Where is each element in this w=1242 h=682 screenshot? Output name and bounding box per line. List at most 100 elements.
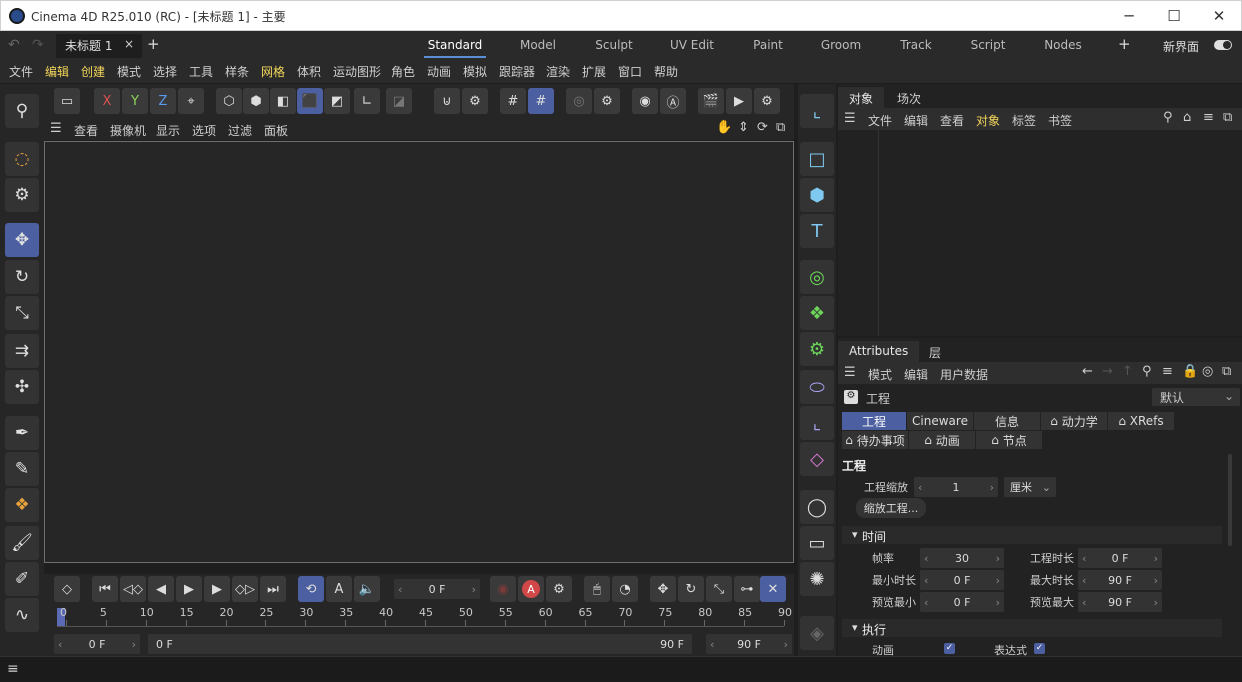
new-window-icon[interactable]: ⧉ [1223, 110, 1232, 125]
menu-mode[interactable]: 模式 [117, 63, 141, 80]
deformer-field-button[interactable]: ⌞ [800, 406, 834, 440]
goto-start-button[interactable]: ⏮ [92, 576, 118, 602]
prev-key-button[interactable]: ◁◇ [120, 576, 146, 602]
max-frame-field[interactable]: ‹ 90 F › [706, 634, 792, 654]
scale-tool-button[interactable]: ⤡ [5, 296, 39, 330]
object-menu-icon[interactable]: ☰ [844, 111, 856, 126]
expression-checkbox[interactable]: ✓ [1034, 643, 1045, 654]
move-tool-settings-button[interactable]: ⚙ [5, 178, 39, 212]
search-icon[interactable]: ⚲ [1142, 364, 1152, 379]
z-axis-lock-button[interactable]: Z [150, 88, 176, 114]
text-object-button[interactable]: T [800, 214, 834, 248]
move-tool-button[interactable]: ✥ [5, 223, 39, 257]
lock-icon[interactable]: 🔒 [1182, 364, 1198, 379]
document-tab[interactable]: 未标题 1 × [56, 34, 142, 58]
record-button[interactable]: ◉ [490, 576, 516, 602]
seg-tab-cineware[interactable]: Cineware [907, 412, 973, 430]
menu-edit[interactable]: 编辑 [45, 63, 69, 80]
texture-mode-button[interactable]: ◪ [386, 88, 412, 114]
axis-tool-button[interactable]: ✣ [5, 370, 39, 404]
object-menu-view[interactable]: 查看 [940, 112, 964, 129]
filter-icon[interactable]: ≡ [1162, 364, 1173, 379]
play-button[interactable]: ▶ [176, 576, 202, 602]
seg-tab-nodes[interactable]: ⌂ 节点 [976, 431, 1042, 449]
model-mode-button[interactable]: ⬛ [297, 88, 323, 114]
deformer-bend-button[interactable]: ⬭ [800, 370, 834, 404]
viewport-menu-icon[interactable]: ☰ [50, 121, 62, 136]
coordinate-system-button[interactable]: ⌖ [178, 88, 204, 114]
tab-attributes[interactable]: Attributes [838, 341, 920, 363]
autokey-button[interactable]: A [518, 576, 544, 602]
redo-icon[interactable]: ↷ [32, 37, 44, 53]
goto-end-button[interactable]: ⏭ [260, 576, 286, 602]
keyframe-button[interactable]: ◇ [54, 576, 80, 602]
subdivision-button[interactable]: ◎ [800, 260, 834, 294]
min-frame-field[interactable]: ‹ 0 F › [54, 634, 140, 654]
edges-mode-button[interactable]: ⬢ [243, 88, 269, 114]
seg-tab-info[interactable]: 信息 [974, 412, 1040, 430]
menu-mograph[interactable]: 运动图形 [333, 63, 381, 80]
viewport-menu-view[interactable]: 查看 [74, 122, 98, 139]
maximize-view-icon[interactable]: ⧉ [776, 120, 785, 135]
preview-range-slider[interactable]: 0 F 90 F [148, 634, 692, 654]
scale-project-button[interactable]: 缩放工程... [856, 498, 926, 518]
min-time-field[interactable]: ‹ 0 F › [920, 570, 1004, 590]
exec-group-header[interactable]: ▾ 执行 [842, 619, 1222, 637]
render-view-button[interactable]: 🎬 [698, 88, 724, 114]
target-icon[interactable]: ◎ [1202, 364, 1213, 379]
seg-tab-animation[interactable]: ⌂ 动画 [909, 431, 975, 449]
filter-icon[interactable]: ≡ [1203, 110, 1214, 125]
layout-tab-standard[interactable]: Standard [424, 34, 486, 58]
mouse-record-button[interactable]: 🖱 [584, 576, 610, 602]
key-interpolation-button[interactable]: ◔ [612, 576, 638, 602]
layout-tab-script[interactable]: Script [958, 34, 1018, 58]
prev-frame-button[interactable]: ◀ [148, 576, 174, 602]
menu-animate[interactable]: 动画 [427, 63, 451, 80]
key-rotation-button[interactable]: ↻ [678, 576, 704, 602]
seg-tab-dynamics[interactable]: ⌂ 动力学 [1041, 412, 1107, 430]
grid-button[interactable]: # [500, 88, 526, 114]
minimize-button[interactable]: ─ [1106, 1, 1152, 31]
up-arrow-icon[interactable]: ↑ [1122, 364, 1133, 379]
3d-viewport[interactable] [44, 141, 794, 563]
new-document-button[interactable]: + [147, 35, 160, 53]
x-axis-lock-button[interactable]: X [94, 88, 120, 114]
layout-tab-track[interactable]: Track [886, 34, 946, 58]
time-group-header[interactable]: ▾ 时间 [842, 526, 1222, 544]
polygons-mode-button[interactable]: ◧ [270, 88, 296, 114]
viewport-menu-filter[interactable]: 过滤 [228, 122, 252, 139]
object-menu-tags[interactable]: 标签 [1012, 112, 1036, 129]
add-layout-button[interactable]: + [1118, 35, 1131, 53]
close-tab-icon[interactable]: × [124, 37, 134, 51]
attr-menu-edit[interactable]: 编辑 [904, 366, 928, 383]
symmetry-settings-button[interactable]: ⚙ [594, 88, 620, 114]
material-view-button[interactable]: ◉ [632, 88, 658, 114]
playback-rate-button[interactable]: A [326, 576, 352, 602]
next-frame-button[interactable]: ▶ [204, 576, 230, 602]
y-axis-lock-button[interactable]: Y [122, 88, 148, 114]
spline-wave-button[interactable]: ∿ [5, 598, 39, 632]
layout-tab-nodes[interactable]: Nodes [1033, 34, 1093, 58]
new-window-icon[interactable]: ⧉ [1222, 364, 1231, 379]
workplane-button[interactable]: # [528, 88, 554, 114]
effector-button[interactable]: ⚙ [800, 332, 834, 366]
plane-object-button[interactable]: □ [800, 142, 834, 176]
render-tag-button[interactable]: Ⓐ [660, 88, 686, 114]
key-scale-button[interactable]: ⤡ [706, 576, 732, 602]
spline-smooth-button[interactable]: ✐ [5, 562, 39, 596]
orbit-icon[interactable]: ⟳ [757, 120, 768, 135]
menu-select[interactable]: 选择 [153, 63, 177, 80]
next-key-button[interactable]: ◇▷ [232, 576, 258, 602]
seg-tab-xrefs[interactable]: ⌂ XRefs [1108, 412, 1174, 430]
frame-increment-icon[interactable]: › [472, 583, 476, 596]
frame-decrement-icon[interactable]: ‹ [398, 583, 402, 596]
render-to-picture-viewer-button[interactable]: ▶ [726, 88, 752, 114]
menu-file[interactable]: 文件 [9, 63, 33, 80]
attr-menu-userdata[interactable]: 用户数据 [940, 366, 988, 383]
seg-tab-project[interactable]: 工程 [842, 412, 906, 430]
close-window-button[interactable]: ✕ [1196, 1, 1242, 31]
menu-help[interactable]: 帮助 [654, 63, 678, 80]
attr-menu-icon[interactable]: ☰ [844, 365, 856, 380]
sound-button[interactable]: 🔈 [354, 576, 380, 602]
project-scale-field[interactable]: ‹ 1 › [914, 477, 998, 497]
